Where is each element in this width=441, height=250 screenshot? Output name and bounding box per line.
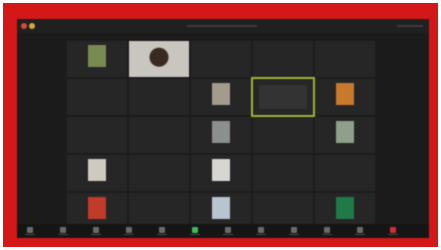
participant-tile[interactable] — [191, 41, 251, 77]
participant-tile[interactable] — [67, 155, 127, 191]
participant-avatar — [212, 121, 230, 143]
participant-tile[interactable] — [129, 155, 189, 191]
participant-video — [259, 85, 307, 109]
participant-avatar — [212, 197, 230, 219]
apps-icon[interactable] — [291, 227, 297, 233]
participant-avatar — [336, 197, 354, 219]
participant-tile[interactable] — [67, 117, 127, 153]
toolbar-label — [322, 234, 332, 235]
share-screen-icon[interactable] — [192, 227, 198, 233]
participant-tile[interactable] — [191, 79, 251, 115]
toolbar-label — [289, 234, 299, 235]
whiteboard-icon[interactable] — [324, 227, 330, 233]
mic-icon[interactable] — [27, 227, 33, 233]
toolbar-label — [58, 234, 68, 235]
participant-tile[interactable] — [129, 117, 189, 153]
participant-tile[interactable] — [253, 155, 313, 191]
end-icon[interactable] — [390, 227, 396, 233]
toolbar-label — [223, 234, 233, 235]
toolbar-label — [25, 234, 35, 235]
toolbar-label — [355, 234, 365, 235]
toolbar-label — [91, 234, 101, 235]
video-meeting-window — [17, 19, 429, 238]
window-minimize-icon[interactable] — [29, 23, 35, 29]
security-icon[interactable] — [93, 227, 99, 233]
view-toggle[interactable] — [397, 25, 423, 27]
participant-avatar — [336, 121, 354, 143]
toolbar-label — [256, 234, 266, 235]
meeting-toolbar — [17, 224, 429, 238]
participant-tile[interactable] — [191, 117, 251, 153]
participant-tile[interactable] — [315, 41, 375, 77]
participant-tile[interactable] — [315, 117, 375, 153]
record-icon[interactable] — [225, 227, 231, 233]
participant-tile[interactable] — [253, 117, 313, 153]
toolbar-label — [157, 234, 167, 235]
participant-tile[interactable] — [253, 41, 313, 77]
participant-tile[interactable] — [315, 155, 375, 191]
participant-avatar — [88, 197, 106, 219]
participant-avatar — [336, 83, 354, 105]
participant-avatar — [88, 159, 106, 181]
participants-icon[interactable] — [126, 227, 132, 233]
participant-video — [129, 41, 189, 77]
participant-tile[interactable] — [67, 79, 127, 115]
participant-tile[interactable] — [129, 41, 189, 77]
participant-avatar — [212, 83, 230, 105]
participant-tile[interactable] — [129, 79, 189, 115]
video-icon[interactable] — [60, 227, 66, 233]
participant-tile[interactable] — [251, 77, 315, 117]
toolbar-label — [124, 234, 134, 235]
red-frame-border — [0, 0, 441, 250]
reactions-icon[interactable] — [258, 227, 264, 233]
window-close-icon[interactable] — [21, 23, 27, 29]
chat-icon[interactable] — [159, 227, 165, 233]
meeting-top-bar — [17, 19, 429, 33]
participant-tile[interactable] — [315, 79, 375, 115]
meeting-title-bar — [187, 25, 257, 27]
toolbar-label — [190, 234, 200, 235]
toolbar-label — [388, 234, 398, 235]
participant-tile[interactable] — [191, 155, 251, 191]
more-icon[interactable] — [357, 227, 363, 233]
participant-avatar — [88, 45, 106, 67]
participant-avatar — [212, 159, 230, 181]
participant-tile[interactable] — [67, 41, 127, 77]
